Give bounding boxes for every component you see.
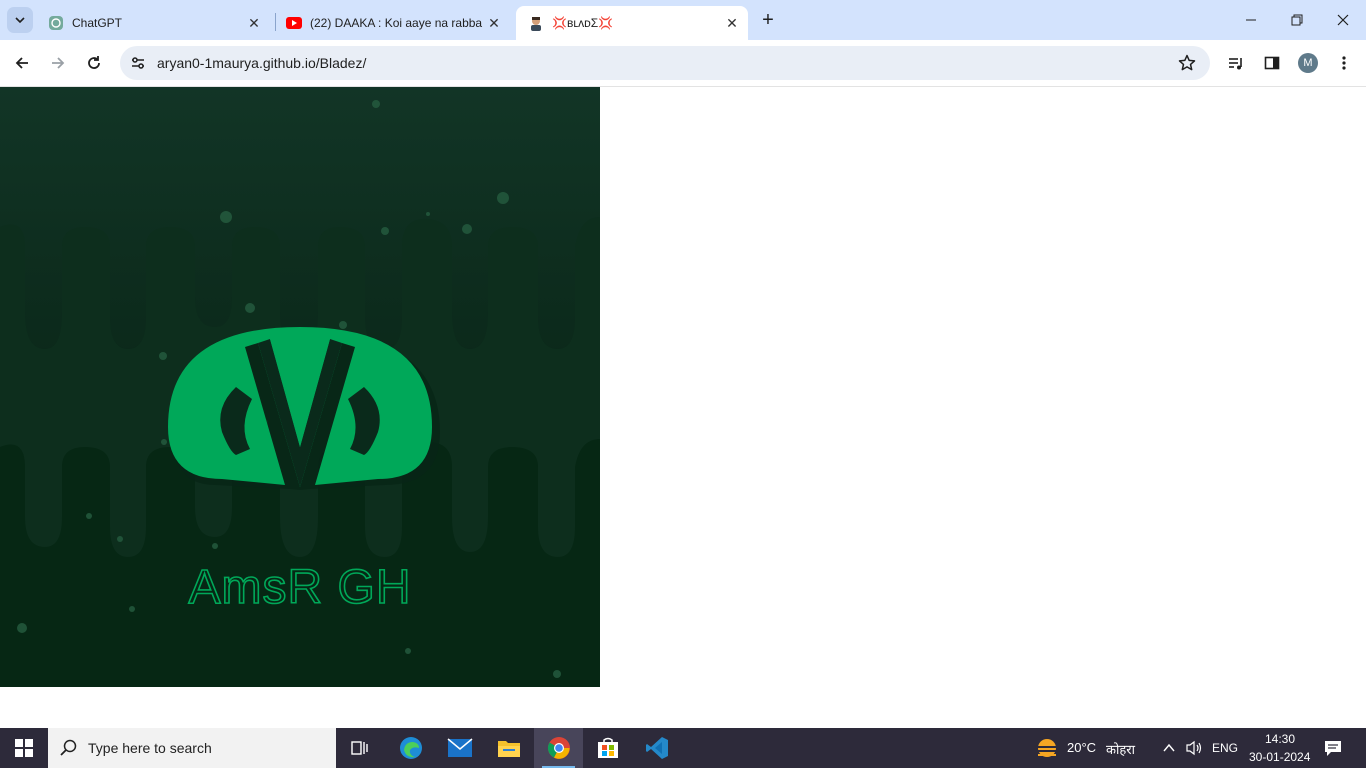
tab-youtube[interactable]: (22) DAAKA : Koi aaye na rabba ✕ xyxy=(274,6,510,40)
site-icon xyxy=(528,15,544,31)
browser-toolbar: aryan0-1maurya.github.io/Bladez/ M xyxy=(0,40,1366,87)
new-tab-button[interactable]: + xyxy=(756,8,780,32)
tab-title: (22) DAAKA : Koi aaye na rabba xyxy=(310,16,483,30)
clock-date[interactable]: 30-01-2024 xyxy=(1249,750,1310,764)
folder-icon xyxy=(497,741,520,757)
tab-strip: ChatGPT ✕ (22) DAAKA : Koi aaye na rabba… xyxy=(0,0,1366,40)
task-view-button[interactable] xyxy=(336,728,385,768)
speaker-icon xyxy=(1186,740,1202,756)
input-language[interactable]: ENG xyxy=(1212,741,1238,755)
restore-icon xyxy=(1291,14,1303,26)
music-queue-icon xyxy=(1229,58,1242,70)
tab-title: ChatGPT xyxy=(72,16,123,30)
tab-bladez[interactable]: 💢ʙʟᴧᴅΣ💢 ✕ xyxy=(516,6,748,40)
logo-mark xyxy=(168,327,432,487)
task-view-icon xyxy=(350,741,368,755)
notification-icon xyxy=(1325,741,1341,756)
media-control-button[interactable] xyxy=(1222,49,1250,77)
back-button[interactable] xyxy=(8,49,36,77)
taskbar: Type here to search 20°C कोहरा ENG 14:30… xyxy=(0,728,1366,768)
forward-button[interactable] xyxy=(44,49,72,77)
chevron-up-icon xyxy=(1163,743,1175,752)
kebab-menu-icon xyxy=(1342,56,1346,70)
search-icon xyxy=(60,739,77,756)
volume-button[interactable] xyxy=(1185,740,1203,761)
hero-artwork: AmsR GH xyxy=(0,87,600,687)
vscode-taskbar-icon[interactable] xyxy=(632,728,681,768)
forward-arrow-icon xyxy=(52,57,65,69)
file-explorer-taskbar-icon[interactable] xyxy=(484,728,533,768)
side-panel-icon xyxy=(1264,56,1280,70)
edge-taskbar-icon[interactable] xyxy=(386,728,435,768)
profile-avatar[interactable]: M xyxy=(1298,53,1318,73)
chevron-down-icon xyxy=(15,17,25,24)
chrome-taskbar-icon[interactable] xyxy=(534,728,583,768)
mail-icon xyxy=(447,738,472,757)
weather-description: कोहरा xyxy=(1106,742,1135,757)
close-window-button[interactable] xyxy=(1320,0,1366,40)
tab-title: 💢ʙʟᴧᴅΣ💢 xyxy=(552,16,614,30)
address-bar[interactable]: aryan0-1maurya.github.io/Bladez/ xyxy=(120,46,1210,80)
store-icon xyxy=(597,737,618,758)
chatgpt-icon xyxy=(48,15,64,31)
minimize-button[interactable] xyxy=(1228,0,1274,40)
bookmark-star-icon[interactable] xyxy=(1178,54,1196,72)
notifications-button[interactable] xyxy=(1324,739,1342,762)
weather-widget[interactable] xyxy=(1034,738,1060,765)
reload-icon xyxy=(88,56,100,69)
close-tab-icon[interactable]: ✕ xyxy=(246,15,262,31)
taskbar-search[interactable]: Type here to search xyxy=(48,728,336,768)
fog-weather-icon xyxy=(1036,739,1058,757)
search-placeholder: Type here to search xyxy=(88,740,212,756)
start-button[interactable] xyxy=(0,728,48,768)
close-tab-icon[interactable]: ✕ xyxy=(486,15,502,31)
clock-time[interactable]: 14:30 xyxy=(1265,732,1295,746)
vscode-icon xyxy=(645,737,668,759)
close-icon xyxy=(1337,14,1349,26)
edge-icon xyxy=(399,737,422,759)
url-text[interactable]: aryan0-1maurya.github.io/Bladez/ xyxy=(157,55,366,71)
browser-menu-button[interactable] xyxy=(1330,49,1358,77)
chrome-icon xyxy=(547,737,570,759)
site-info-icon[interactable] xyxy=(130,55,146,71)
tab-search-button[interactable] xyxy=(7,7,33,33)
page-viewport: AmsR GH xyxy=(0,87,1366,728)
show-hidden-icons-button[interactable] xyxy=(1162,741,1176,760)
windows-logo-icon xyxy=(15,739,33,757)
reload-button[interactable] xyxy=(80,49,108,77)
tab-chatgpt[interactable]: ChatGPT ✕ xyxy=(36,6,270,40)
close-tab-icon[interactable]: ✕ xyxy=(724,15,740,31)
minimize-icon xyxy=(1246,19,1256,21)
restore-button[interactable] xyxy=(1274,0,1320,40)
youtube-icon xyxy=(286,15,302,31)
store-taskbar-icon[interactable] xyxy=(583,728,632,768)
weather-temp: 20°C xyxy=(1067,740,1097,755)
logo-text: AmsR GH xyxy=(189,561,412,614)
back-arrow-icon xyxy=(15,57,28,69)
side-panel-button[interactable] xyxy=(1258,49,1286,77)
mail-taskbar-icon[interactable] xyxy=(435,728,484,768)
